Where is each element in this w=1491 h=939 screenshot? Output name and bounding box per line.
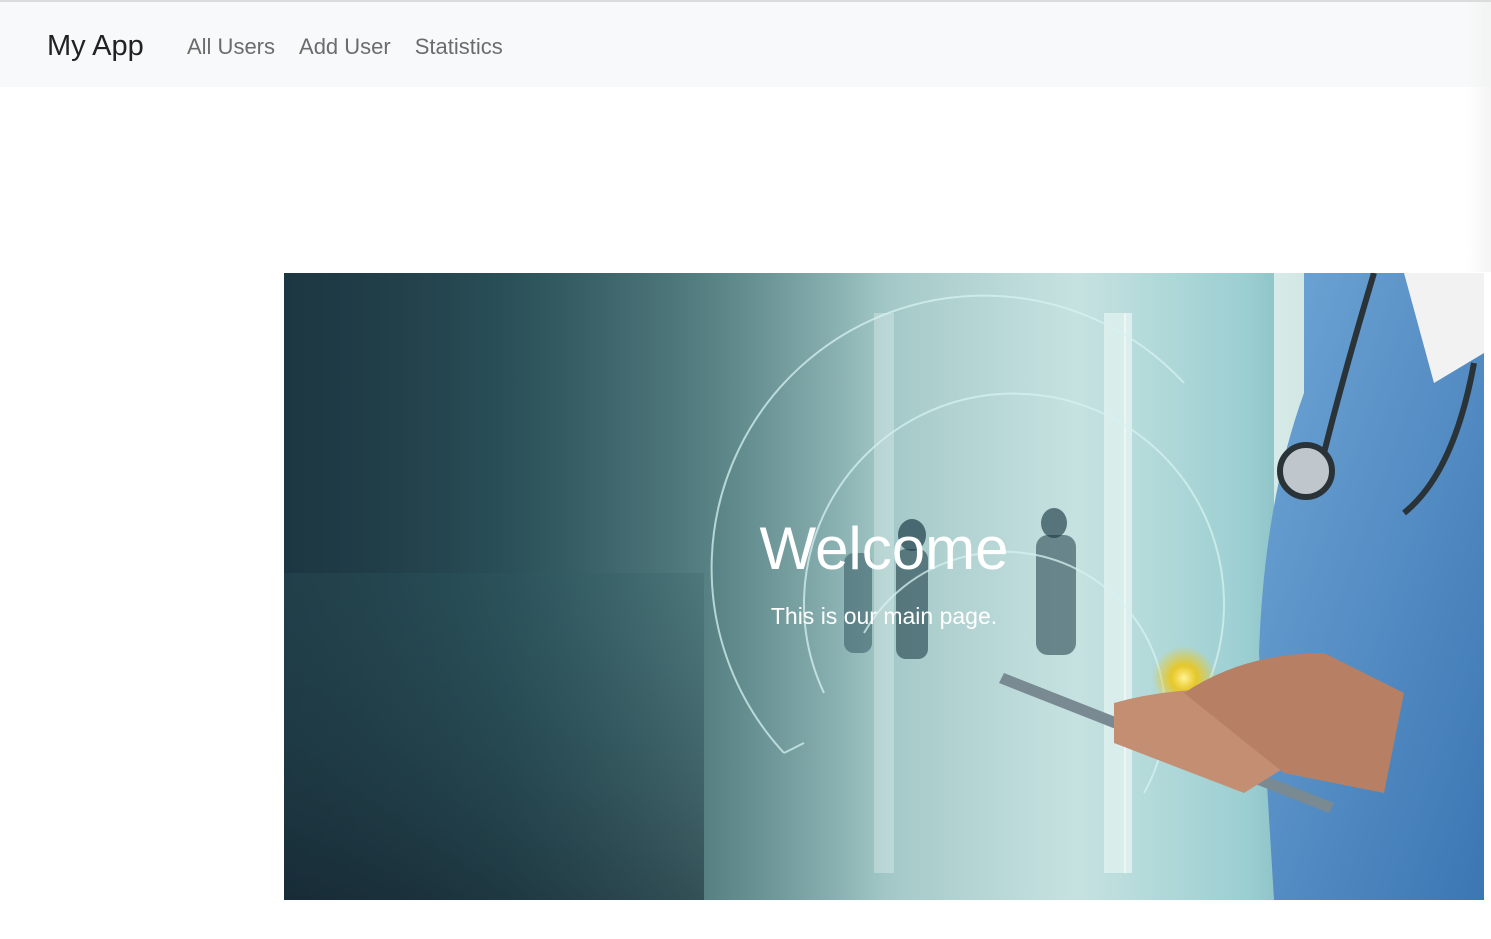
nav-links: All Users Add User Statistics — [187, 32, 527, 62]
hero-banner: Welcome This is our main page. — [284, 273, 1484, 900]
nav-link-statistics[interactable]: Statistics — [415, 32, 503, 62]
scroll-shadow — [1467, 2, 1491, 272]
hero-subtitle: This is our main page. — [770, 603, 998, 629]
hero-title: Welcome — [759, 515, 1009, 582]
brand-link[interactable]: My App — [47, 28, 144, 64]
doctor-tablet-hospital-image — [284, 273, 1484, 900]
nav-link-add-user[interactable]: Add User — [299, 32, 391, 62]
nav-link-all-users[interactable]: All Users — [187, 32, 275, 62]
navbar: My App All Users Add User Statistics — [0, 2, 1491, 87]
